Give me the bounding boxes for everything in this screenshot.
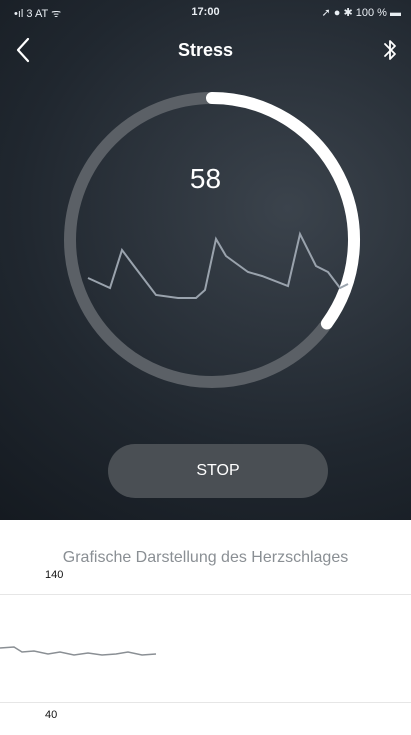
y-axis-min-label: 40 [45, 709, 58, 721]
stop-button[interactable]: STOP [108, 444, 328, 498]
bluetooth-icon[interactable] [381, 36, 399, 64]
heart-rate-line [0, 646, 157, 656]
stress-meter [64, 92, 360, 388]
chart-top-gridline [0, 594, 411, 595]
page-title: Stress [177, 40, 234, 60]
status-bar: •ıl 3 AT ᯤ 17:00 ➚ ● ✱ 100 % ▬ [0, 0, 411, 24]
heart-pulse-line [87, 231, 349, 299]
battery-indicator: ➚ ● ✱ 100 % ▬ [321, 7, 401, 19]
chart-bottom-gridline [0, 702, 411, 703]
meter-progress [206, 92, 360, 330]
navigation-bar: Stress [0, 30, 411, 74]
heart-rate-chart: Grafische Darstellung des Herzschlages 1… [0, 520, 411, 735]
app-screen: •ıl 3 AT ᯤ 17:00 ➚ ● ✱ 100 % ▬ Stress 58… [0, 0, 411, 735]
stress-value: 58 [189, 163, 222, 194]
y-axis-max-label: 140 [45, 569, 64, 581]
chart-title: Grafische Darstellung des Herzschlages [62, 549, 349, 566]
